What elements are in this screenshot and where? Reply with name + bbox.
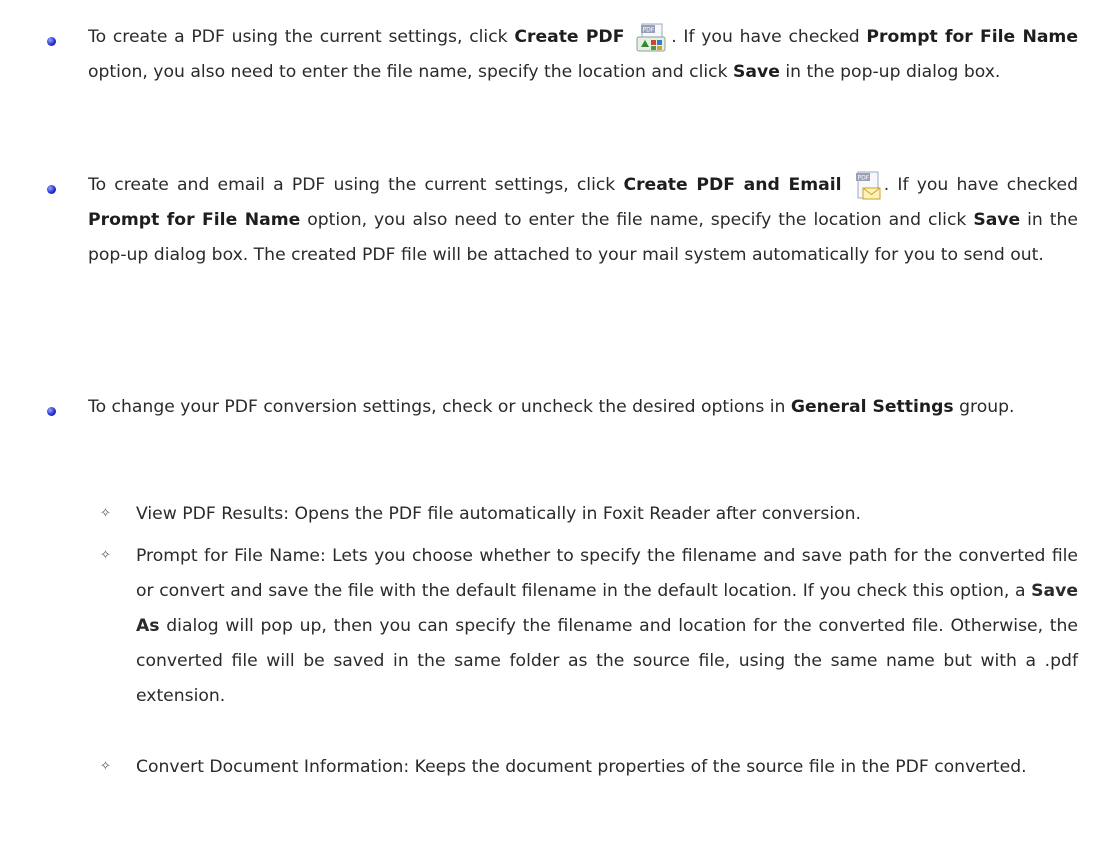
diamond-bullet-icon: ✧: [100, 548, 111, 563]
bullet-icon: [47, 37, 56, 46]
sub-paragraph: Convert Document Information: Keeps the …: [136, 750, 1078, 785]
text: option, you also need to enter the file …: [300, 210, 974, 230]
bold-text: Create PDF: [514, 27, 625, 47]
create-pdf-email-icon: PDF: [852, 171, 882, 203]
text: Convert Document Information: Keeps the …: [136, 757, 1027, 777]
sub-paragraph: Prompt for File Name: Lets you choose wh…: [136, 539, 1078, 714]
bold-text: Prompt for File Name: [866, 27, 1078, 47]
svg-text:PDF: PDF: [857, 175, 869, 182]
text: . If you have checked: [671, 27, 867, 47]
paragraph: To create and email a PDF using the curr…: [88, 168, 1078, 273]
create-pdf-icon: PDF: [633, 23, 669, 55]
text: in the pop-up dialog box.: [779, 62, 1001, 82]
text: group.: [953, 397, 1015, 417]
text: To change your PDF conversion settings, …: [88, 397, 791, 417]
sub-paragraph: View PDF Results: Opens the PDF file aut…: [136, 497, 1078, 532]
bullet-icon: [47, 185, 56, 194]
text: Prompt for File Name: Lets you choose wh…: [136, 546, 1078, 601]
paragraph: To create a PDF using the current settin…: [88, 20, 1078, 90]
text: dialog will pop up, then you can specify…: [136, 616, 1078, 706]
text: To create a PDF using the current settin…: [88, 27, 515, 47]
text: . If you have checked: [883, 175, 1079, 195]
diamond-bullet-icon: ✧: [100, 759, 111, 774]
diamond-bullet-icon: ✧: [100, 506, 111, 521]
svg-text:PDF: PDF: [643, 27, 655, 34]
text: To create and email a PDF using the curr…: [88, 175, 624, 195]
text: View PDF Results: Opens the PDF file aut…: [136, 504, 861, 524]
paragraph: To change your PDF conversion settings, …: [88, 390, 1078, 425]
text: option, you also need to enter the file …: [88, 62, 734, 82]
bold-text: Create PDF and Email: [623, 175, 842, 195]
bold-text: Save: [733, 62, 780, 82]
bold-text: Save: [973, 210, 1021, 230]
document-page: To create a PDF using the current settin…: [0, 0, 1118, 861]
bold-text: General Settings: [790, 397, 954, 417]
bullet-icon: [47, 407, 56, 416]
bold-text: Prompt for File Name: [88, 210, 301, 230]
